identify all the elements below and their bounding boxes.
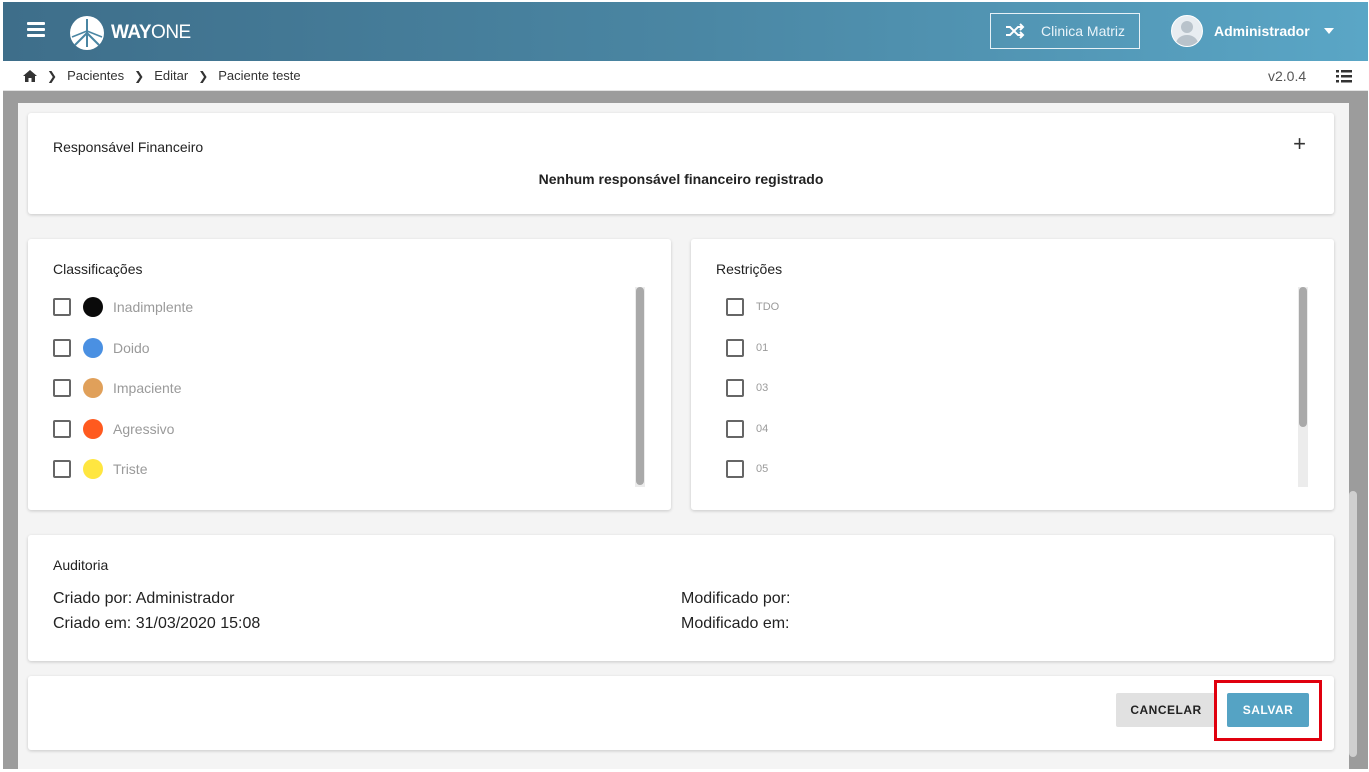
restricoes-scrollbar[interactable]	[1298, 287, 1308, 487]
restricao-item: 01	[726, 328, 779, 369]
classificacao-label: Doido	[113, 339, 150, 356]
classificacao-label: Triste	[113, 461, 148, 478]
scrollbar-thumb[interactable]	[1299, 287, 1307, 427]
classificacoes-title: Classificações	[53, 261, 143, 277]
restricao-label: 01	[756, 341, 769, 354]
logo: WAYONE	[69, 15, 191, 51]
restricoes-card: Restrições TDO 01 03 04 05	[691, 239, 1334, 510]
chevron-right-icon: ❯	[47, 68, 58, 83]
breadcrumb-item-pacientes[interactable]: Pacientes	[67, 68, 124, 83]
restricao-label: 05	[756, 463, 769, 476]
version-label: v2.0.4	[1268, 68, 1307, 84]
responsavel-financeiro-card: Responsável Financeiro + Nenhum responsá…	[28, 113, 1334, 214]
form-actions: CANCELAR SALVAR	[28, 676, 1334, 750]
classificacao-label: Agressivo	[113, 420, 175, 437]
chevron-right-icon: ❯	[134, 68, 145, 83]
restricoes-title: Restrições	[716, 261, 783, 277]
clinic-switch-button[interactable]: Clinica Matriz	[990, 13, 1140, 49]
chevron-right-icon: ❯	[198, 68, 209, 83]
content-area: Responsável Financeiro + Nenhum responsá…	[3, 91, 1368, 769]
restricao-label: 03	[756, 382, 769, 395]
classificacoes-list: Inadimplente Doido Impaciente Agressivo	[53, 287, 193, 490]
form-panel: Responsável Financeiro + Nenhum responsá…	[18, 103, 1349, 769]
checkbox[interactable]	[726, 298, 744, 317]
color-dot	[83, 418, 103, 439]
classificacao-item: Inadimplente	[53, 287, 193, 328]
top-navbar: WAYONE Clinica Matriz Administrador	[3, 2, 1368, 61]
restricao-item: TDO	[726, 287, 779, 328]
checkbox[interactable]	[53, 460, 71, 479]
restricao-item: 04	[726, 409, 779, 450]
chevron-down-icon	[1323, 28, 1334, 34]
restricao-item: 05	[726, 449, 779, 490]
restricao-label: 04	[756, 422, 769, 435]
breadcrumb-item-editar[interactable]: Editar	[154, 68, 188, 83]
auditoria-card: Auditoria Criado por: Administrador Cria…	[28, 535, 1334, 661]
avatar	[1171, 15, 1203, 47]
breadcrumb-bar: ❯ Pacientes ❯ Editar ❯ Paciente teste v2…	[3, 61, 1368, 91]
modificado-em: Modificado em:	[681, 615, 790, 632]
user-menu[interactable]: Administrador	[1171, 15, 1334, 47]
highlight-box	[1214, 680, 1322, 741]
breadcrumb: ❯ Pacientes ❯ Editar ❯ Paciente teste	[23, 68, 301, 83]
restricao-label: TDO	[756, 301, 780, 314]
modificado-por: Modificado por:	[681, 590, 791, 607]
color-dot	[83, 459, 103, 480]
restricao-item: 03	[726, 368, 779, 409]
classificacoes-scrollbar[interactable]	[635, 287, 645, 487]
add-responsavel-button[interactable]: +	[1293, 133, 1306, 155]
classificacao-label: Inadimplente	[113, 299, 194, 316]
color-dot	[83, 337, 103, 358]
checkbox[interactable]	[726, 419, 744, 438]
cancel-button[interactable]: CANCELAR	[1116, 693, 1216, 727]
classificacao-item: Agressivo	[53, 409, 193, 450]
checkbox[interactable]	[726, 379, 744, 398]
clinic-label: Clinica Matriz	[1041, 23, 1126, 39]
empty-responsavel-message: Nenhum responsável financeiro registrado	[538, 171, 824, 187]
breadcrumb-item-current: Paciente teste	[218, 68, 301, 83]
classificacao-item: Triste	[53, 449, 193, 490]
logo-icon	[70, 16, 104, 50]
menu-icon[interactable]	[27, 22, 45, 38]
checkbox[interactable]	[53, 338, 71, 357]
checkbox[interactable]	[53, 298, 71, 317]
user-name: Administrador	[1214, 23, 1310, 39]
checkbox[interactable]	[726, 338, 744, 357]
auditoria-title: Auditoria	[53, 557, 109, 573]
classificacao-item: Impaciente	[53, 368, 193, 409]
home-icon[interactable]	[23, 69, 37, 82]
logo-text: WAYONE	[111, 22, 191, 43]
classificacao-item: Doido	[53, 328, 193, 369]
checkbox[interactable]	[53, 419, 71, 438]
color-dot	[83, 297, 103, 318]
classificacoes-card: Classificações Inadimplente Doido Impaci…	[28, 239, 671, 510]
scrollbar-thumb[interactable]	[636, 287, 644, 485]
restricoes-list: TDO 01 03 04 05	[726, 287, 779, 490]
classificacao-label: Impaciente	[113, 380, 182, 397]
list-icon[interactable]	[1336, 70, 1352, 83]
responsavel-title: Responsável Financeiro	[53, 139, 204, 155]
checkbox[interactable]	[53, 379, 71, 398]
criado-em: Criado em: 31/03/2020 15:08	[53, 615, 261, 632]
criado-por: Criado por: Administrador	[53, 590, 235, 607]
color-dot	[83, 378, 103, 399]
checkbox[interactable]	[726, 460, 744, 479]
page-scrollbar[interactable]	[1349, 491, 1357, 757]
shuffle-icon	[1006, 23, 1025, 39]
